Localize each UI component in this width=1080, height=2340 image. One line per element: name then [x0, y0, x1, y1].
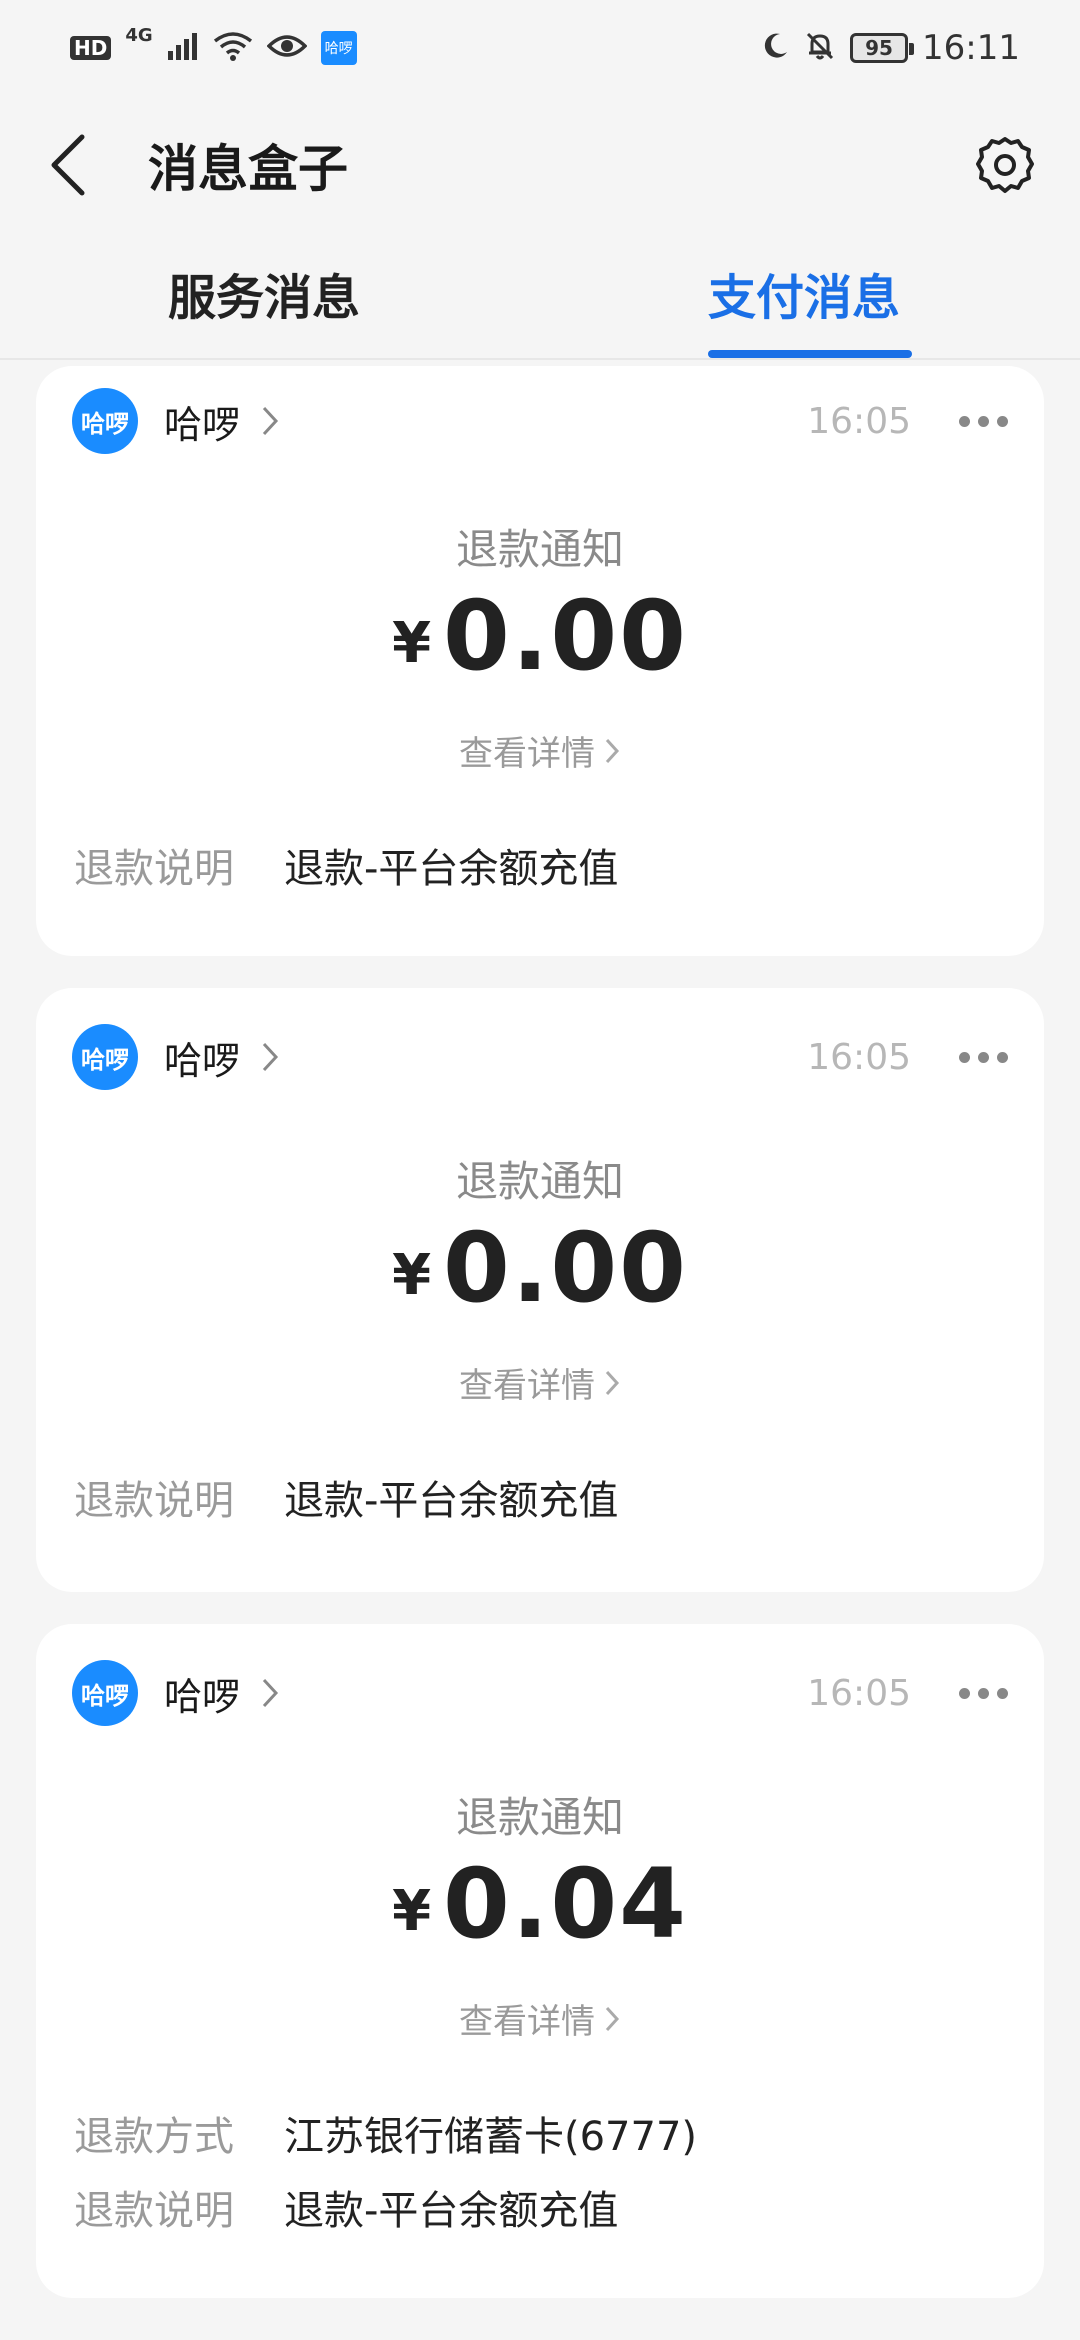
- refund-note-value: 退款-平台余额充值: [284, 1478, 619, 1524]
- chevron-right-icon[interactable]: [260, 1040, 280, 1074]
- view-details-link[interactable]: 查看详情: [36, 1994, 1044, 2043]
- back-button[interactable]: [48, 125, 108, 205]
- wifi-icon: [213, 31, 253, 65]
- currency-symbol: ¥: [392, 1879, 432, 1944]
- amount-row: ¥ 0.00: [36, 1220, 1044, 1316]
- network-type: 4G: [125, 25, 153, 46]
- chevron-left-icon: [51, 134, 85, 196]
- hd-badge: HD: [70, 36, 112, 60]
- settings-button[interactable]: [970, 130, 1040, 200]
- refund-note-row: 退款说明 退款-平台余额充值: [74, 2178, 618, 2236]
- message-tabs: 服务消息 支付消息: [0, 240, 1080, 360]
- hello-app-notification-icon: 哈啰: [320, 31, 357, 65]
- refund-note-label: 退款说明: [74, 846, 234, 892]
- refund-method-row: 退款方式 江苏银行储蓄卡(6777): [74, 2104, 697, 2162]
- notice-title: 退款通知: [455, 525, 624, 574]
- refund-amount: 0.00: [443, 1212, 688, 1324]
- battery-indicator: 95: [850, 33, 915, 63]
- notice-title: 退款通知: [455, 1793, 624, 1842]
- chevron-right-icon[interactable]: [260, 1676, 280, 1710]
- chevron-right-icon: [605, 738, 620, 763]
- page-title: 消息盒子: [148, 140, 348, 198]
- avatar[interactable]: 哈啰: [72, 388, 138, 454]
- refund-note-value: 退款-平台余额充值: [284, 846, 619, 892]
- avatar[interactable]: 哈啰: [72, 1024, 138, 1090]
- amount-row: ¥ 0.04: [36, 1856, 1044, 1952]
- notice-title: 退款通知: [455, 1157, 624, 1206]
- page-header: 消息盒子: [0, 110, 1080, 220]
- status-right: 95 16:11: [760, 28, 1020, 68]
- message-card[interactable]: 哈啰 哈啰 16:05 退款通知 ¥ 0.04 查看详情 退款方式 江苏银行储蓄…: [36, 1624, 1044, 2298]
- sender-name[interactable]: 哈啰: [164, 1030, 240, 1085]
- card-header: 哈啰 哈啰 16:05: [36, 366, 1044, 476]
- refund-amount: 0.00: [443, 580, 688, 692]
- view-details-label: 查看详情: [459, 2002, 595, 2042]
- status-time: 16:11: [922, 28, 1020, 68]
- moon-icon: [760, 31, 790, 65]
- refund-method-value: 江苏银行储蓄卡(6777): [284, 2114, 698, 2160]
- chevron-right-icon[interactable]: [260, 404, 280, 438]
- status-bar: HD 4G 哈啰 95 16:11: [0, 0, 1080, 96]
- currency-symbol: ¥: [392, 611, 432, 676]
- view-details-link[interactable]: 查看详情: [36, 726, 1044, 775]
- bell-muted-icon: [804, 30, 836, 66]
- more-icon[interactable]: [959, 1687, 1008, 1699]
- view-details-label: 查看详情: [459, 1366, 595, 1406]
- refund-method-label: 退款方式: [74, 2114, 234, 2160]
- card-header: 哈啰 哈啰 16:05: [36, 1002, 1044, 1112]
- refund-note-label: 退款说明: [74, 2188, 234, 2234]
- sender-name[interactable]: 哈啰: [164, 394, 240, 449]
- gear-icon: [976, 137, 1034, 193]
- active-tab-indicator: [708, 350, 912, 358]
- currency-symbol: ¥: [392, 1243, 432, 1308]
- refund-note-row: 退款说明 退款-平台余额充值: [74, 836, 618, 894]
- chevron-right-icon: [605, 2006, 620, 2031]
- amount-row: ¥ 0.00: [36, 588, 1044, 684]
- card-header: 哈啰 哈啰 16:05: [36, 1638, 1044, 1748]
- eye-icon: [266, 32, 308, 64]
- message-card[interactable]: 哈啰 哈啰 16:05 退款通知 ¥ 0.00 查看详情 退款说明 退款-平台余…: [36, 366, 1044, 956]
- message-time: 16:05: [807, 400, 911, 442]
- more-icon[interactable]: [959, 415, 1008, 427]
- refund-note-row: 退款说明 退款-平台余额充值: [74, 1468, 618, 1526]
- message-card[interactable]: 哈啰 哈啰 16:05 退款通知 ¥ 0.00 查看详情 退款说明 退款-平台余…: [36, 988, 1044, 1592]
- view-details-link[interactable]: 查看详情: [36, 1358, 1044, 1407]
- more-icon[interactable]: [959, 1051, 1008, 1063]
- tab-payment-messages[interactable]: 支付消息: [708, 258, 900, 328]
- signal-icon: [167, 31, 199, 65]
- refund-note-value: 退款-平台余额充值: [284, 2188, 619, 2234]
- message-time: 16:05: [807, 1672, 911, 1714]
- chevron-right-icon: [605, 1370, 620, 1395]
- tab-service-messages[interactable]: 服务消息: [168, 258, 360, 328]
- view-details-label: 查看详情: [459, 734, 595, 774]
- status-left: HD 4G 哈啰: [70, 27, 357, 65]
- message-time: 16:05: [807, 1036, 911, 1078]
- refund-amount: 0.04: [443, 1848, 688, 1960]
- refund-note-label: 退款说明: [74, 1478, 234, 1524]
- avatar[interactable]: 哈啰: [72, 1660, 138, 1726]
- sender-name[interactable]: 哈啰: [164, 1666, 240, 1721]
